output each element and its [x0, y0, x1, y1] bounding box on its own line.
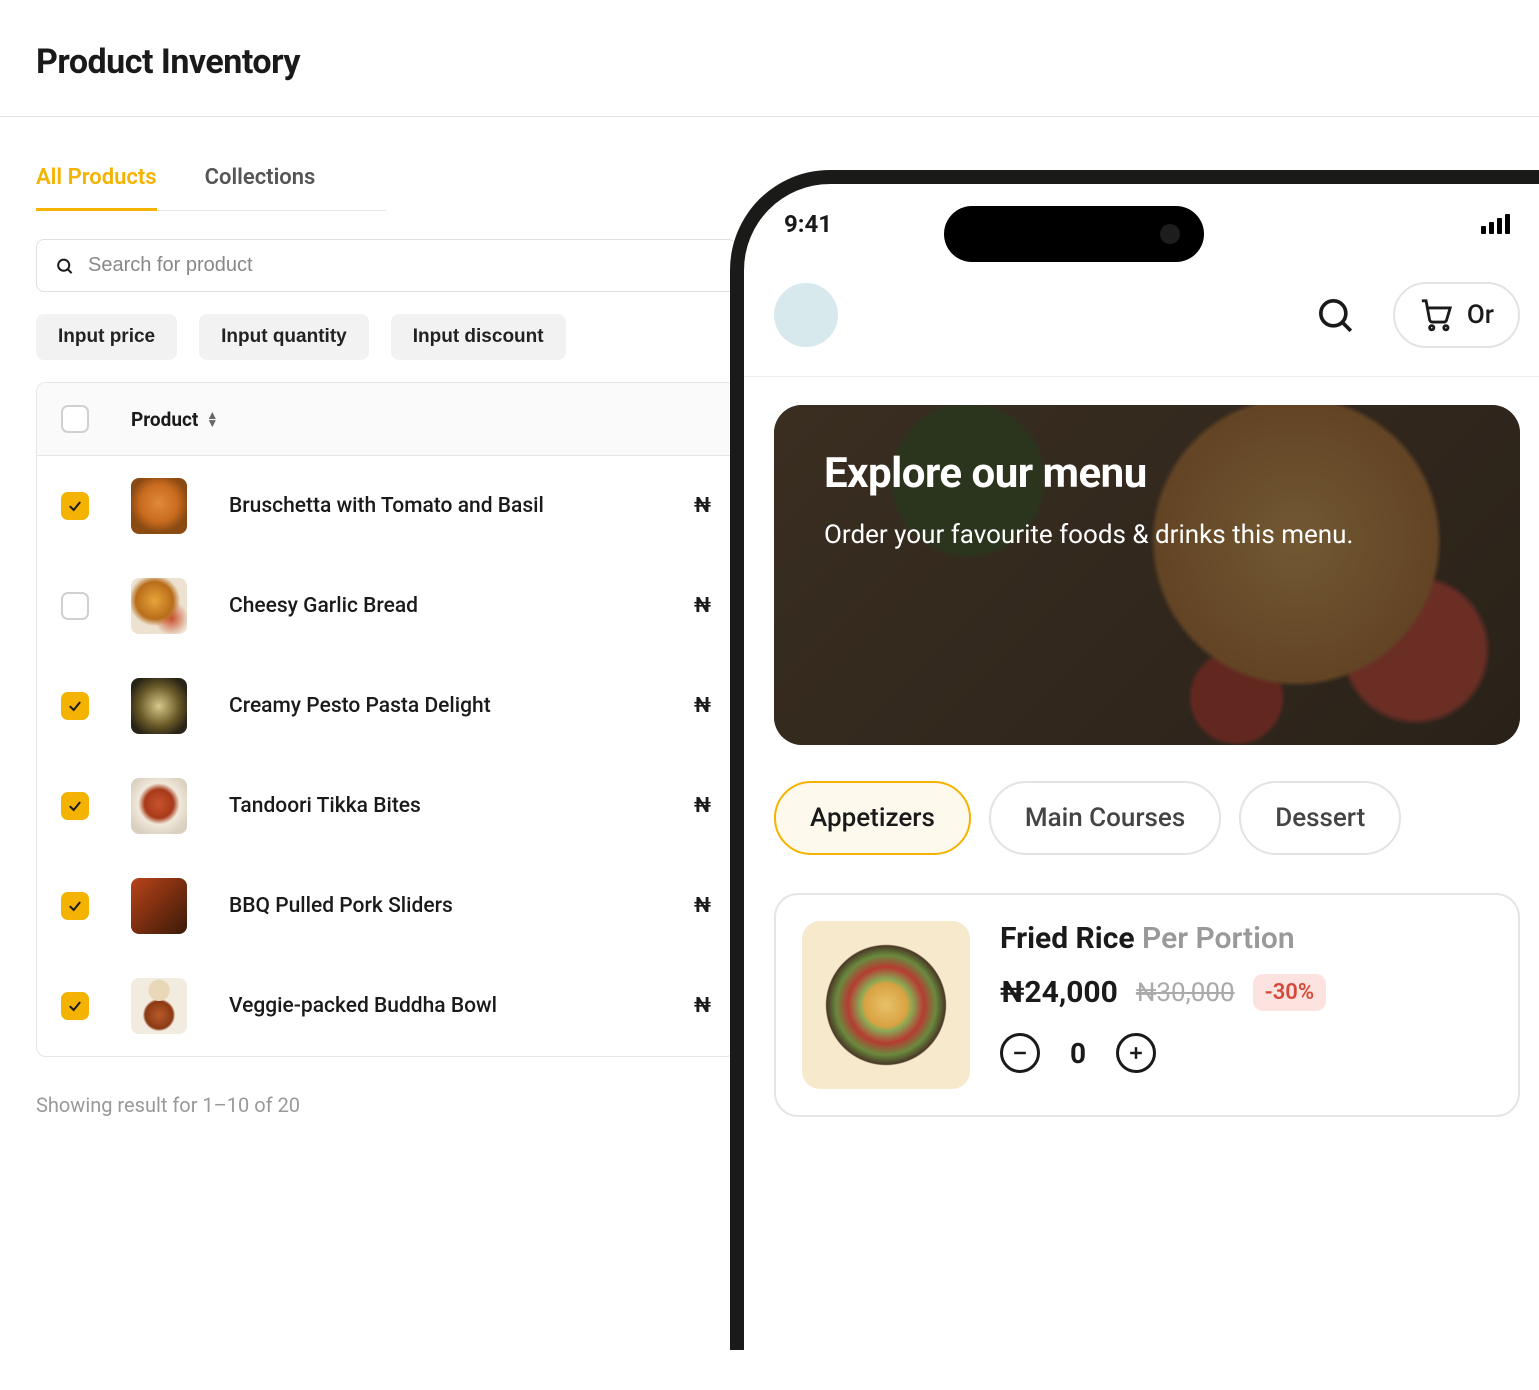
product-thumbnail [131, 878, 187, 934]
product-table: Product ▲▼ Bruschetta with Tomato and Ba… [36, 382, 736, 1057]
pagination-summary: Showing result for 1–10 of 20 [36, 1093, 736, 1117]
action-buttons: Input price Input quantity Input discoun… [36, 314, 736, 360]
column-product-label: Product [131, 408, 198, 431]
product-price-prefix: ₦ [694, 994, 711, 1018]
product-thumbnail [131, 978, 187, 1034]
table-row: Cheesy Garlic Bread ₦ [37, 556, 735, 656]
tab-collections[interactable]: Collections [205, 165, 316, 210]
product-name: Bruschetta with Tomato and Basil [229, 494, 652, 518]
row-checkbox[interactable] [61, 692, 89, 720]
sort-icon: ▲▼ [206, 411, 218, 428]
dish-price: ₦24,000 [1000, 975, 1118, 1010]
column-product[interactable]: Product ▲▼ [131, 408, 218, 431]
search-bar[interactable] [36, 239, 736, 292]
hero-banner[interactable]: Explore our menu Order your favourite fo… [774, 405, 1520, 745]
dish-unit: Per Portion [1142, 921, 1295, 956]
product-thumbnail [131, 578, 187, 634]
row-checkbox[interactable] [61, 792, 89, 820]
table-row: Creamy Pesto Pasta Delight ₦ [37, 656, 735, 756]
input-price-button[interactable]: Input price [36, 314, 177, 360]
page-title: Product Inventory [0, 0, 1539, 116]
product-name: BBQ Pulled Pork Sliders [229, 894, 652, 918]
input-discount-button[interactable]: Input discount [391, 314, 566, 360]
status-time: 9:41 [784, 210, 832, 238]
row-checkbox[interactable] [61, 892, 89, 920]
tabs: All Products Collections [36, 165, 386, 211]
category-desserts[interactable]: Dessert [1239, 781, 1401, 855]
cart-icon [1419, 298, 1453, 332]
product-thumbnail [131, 478, 187, 534]
product-thumbnail [131, 778, 187, 834]
product-price-prefix: ₦ [694, 494, 711, 518]
dish-image [802, 921, 970, 1089]
dish-title: Fried Rice Per Portion [1000, 921, 1326, 956]
row-checkbox[interactable] [61, 492, 89, 520]
product-name: Creamy Pesto Pasta Delight [229, 694, 652, 718]
signal-icon [1481, 214, 1510, 234]
table-header: Product ▲▼ [37, 383, 735, 456]
app-divider [744, 376, 1539, 377]
hero-subtitle: Order your favourite foods & drinks this… [824, 516, 1470, 555]
product-price-prefix: ₦ [694, 894, 711, 918]
product-price-prefix: ₦ [694, 794, 711, 818]
dish-card[interactable]: Fried Rice Per Portion ₦24,000 ₦30,000 -… [774, 893, 1520, 1117]
avatar[interactable] [774, 283, 838, 347]
table-row: Bruschetta with Tomato and Basil ₦ [37, 456, 735, 556]
qty-value: 0 [1070, 1037, 1086, 1070]
dish-name: Fried Rice [1000, 921, 1135, 956]
product-price-prefix: ₦ [694, 594, 711, 618]
discount-badge: -30% [1253, 974, 1326, 1011]
table-row: Tandoori Tikka Bites ₦ [37, 756, 735, 856]
category-row: Appetizers Main Courses Dessert [744, 745, 1539, 855]
product-name: Veggie-packed Buddha Bowl [229, 994, 652, 1018]
row-checkbox[interactable] [61, 992, 89, 1020]
search-input[interactable] [88, 254, 717, 277]
search-icon [55, 256, 74, 276]
product-price-prefix: ₦ [694, 694, 711, 718]
category-main-courses[interactable]: Main Courses [989, 781, 1221, 855]
hero-title: Explore our menu [824, 449, 1470, 498]
row-checkbox[interactable] [61, 592, 89, 620]
product-thumbnail [131, 678, 187, 734]
phone-preview: 9:41 Or Explore our menu Order your favo… [730, 170, 1539, 1350]
product-name: Tandoori Tikka Bites [229, 794, 652, 818]
order-chip-label: Or [1467, 300, 1494, 330]
order-chip[interactable]: Or [1393, 282, 1520, 348]
tab-all-products[interactable]: All Products [36, 165, 157, 211]
search-icon[interactable] [1315, 295, 1355, 335]
phone-notch [944, 206, 1204, 262]
table-row: Veggie-packed Buddha Bowl ₦ [37, 956, 735, 1056]
input-quantity-button[interactable]: Input quantity [199, 314, 369, 360]
qty-plus-button[interactable] [1116, 1033, 1156, 1073]
qty-minus-button[interactable] [1000, 1033, 1040, 1073]
select-all-checkbox[interactable] [61, 405, 89, 433]
table-row: BBQ Pulled Pork Sliders ₦ [37, 856, 735, 956]
product-name: Cheesy Garlic Bread [229, 594, 652, 618]
quantity-stepper: 0 [1000, 1033, 1326, 1073]
category-appetizers[interactable]: Appetizers [774, 781, 971, 855]
dish-old-price: ₦30,000 [1136, 978, 1235, 1008]
